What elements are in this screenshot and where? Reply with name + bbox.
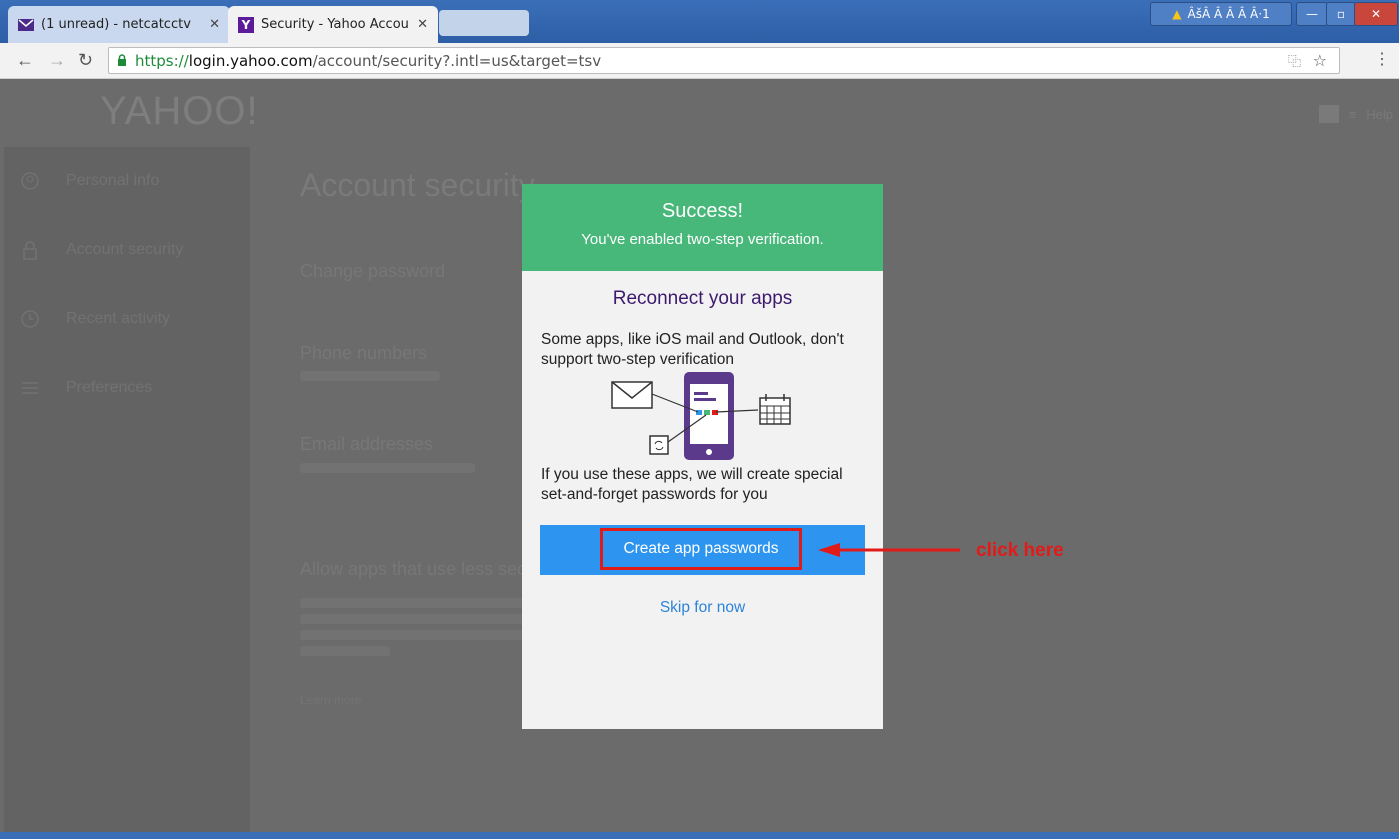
skip-for-now-link[interactable]: Skip for now xyxy=(522,599,883,617)
bookmark-star-icon[interactable]: ☆ xyxy=(1313,51,1327,70)
mail-icon xyxy=(18,17,34,33)
tab-mail[interactable]: (1 unread) - netcatcctv ✕ xyxy=(8,6,230,43)
passwords-description: If you use these apps, we will create sp… xyxy=(541,466,843,503)
phone-icon xyxy=(684,372,734,460)
success-modal: Success! You've enabled two-step verific… xyxy=(522,184,883,729)
tab-title: Security - Yahoo Accou xyxy=(261,17,409,32)
tab-title: (1 unread) - netcatcctv xyxy=(41,17,191,32)
sidebar-item-recent-activity[interactable]: Recent activity xyxy=(20,309,170,329)
header-actions: ≡ Help xyxy=(1318,105,1399,123)
apps-illustration-icon xyxy=(611,372,791,460)
sidebar: Personal info Account security Recent ac… xyxy=(4,147,250,839)
window-label: ▲ ÂšÂ Â Â Â Â·1 xyxy=(1150,2,1292,26)
person-icon xyxy=(20,171,40,191)
learn-more-link[interactable]: Learn more xyxy=(300,693,361,707)
create-app-passwords-button[interactable]: Create app passwords xyxy=(540,525,865,575)
close-tab-icon[interactable]: ✕ xyxy=(417,17,428,32)
menu-lines-icon[interactable]: ≡ xyxy=(1349,107,1357,122)
reload-icon[interactable]: ↻ xyxy=(78,50,93,70)
minimize-button[interactable]: — xyxy=(1296,2,1328,26)
window-label-text: ÂšÂ Â Â Â Â·1 xyxy=(1187,7,1270,21)
change-password-link[interactable]: Change password xyxy=(300,261,445,282)
envelope-icon xyxy=(611,381,653,409)
allow-apps-description xyxy=(300,598,530,608)
yahoo-logo: YAHOO! xyxy=(100,89,259,133)
email-address-value xyxy=(300,463,475,473)
reconnect-title: Reconnect your apps xyxy=(612,288,793,309)
close-window-button[interactable]: ✕ xyxy=(1354,2,1398,26)
browser-tab-bar: (1 unread) - netcatcctv ✕ Y Security - Y… xyxy=(0,0,1399,43)
allow-apps-description xyxy=(300,630,530,640)
close-tab-icon[interactable]: ✕ xyxy=(209,17,220,32)
sync-icon xyxy=(649,435,669,455)
sidebar-item-label: Personal info xyxy=(66,172,160,189)
sidebar-item-personal-info[interactable]: Personal info xyxy=(20,171,159,191)
sidebar-item-label: Recent activity xyxy=(66,310,171,327)
sidebar-item-account-security[interactable]: Account security xyxy=(20,240,183,260)
modal-header: Success! You've enabled two-step verific… xyxy=(522,184,883,271)
url-host: login.yahoo.com xyxy=(188,51,313,70)
annotation-arrow-icon xyxy=(818,543,960,557)
sidebar-item-label: Preferences xyxy=(66,379,153,396)
yahoo-icon: Y xyxy=(238,16,254,33)
annotation-text: click here xyxy=(976,540,1064,561)
page-title: Account security xyxy=(300,167,535,203)
new-tab-button[interactable] xyxy=(439,10,529,36)
sidebar-item-label: Account security xyxy=(66,241,184,258)
maximize-button[interactable]: ▫ xyxy=(1326,2,1356,26)
phone-numbers-heading: Phone numbers xyxy=(300,343,428,363)
help-link[interactable]: Help xyxy=(1366,107,1393,122)
address-bar[interactable]: https://login.yahoo.com/account/security… xyxy=(108,47,1340,74)
allow-apps-description xyxy=(300,646,390,656)
reconnect-description: Some apps, like iOS mail and Outlook, do… xyxy=(541,331,844,368)
phone-number-value xyxy=(300,371,440,381)
browser-toolbar: ← → ↻ https://login.yahoo.com/account/se… xyxy=(0,43,1399,79)
tab-security[interactable]: Y Security - Yahoo Accou ✕ xyxy=(228,6,438,43)
sidebar-item-preferences[interactable]: Preferences xyxy=(20,378,152,398)
lock-icon xyxy=(117,54,127,67)
translate-icon[interactable]: ⿻ xyxy=(1288,51,1301,70)
success-subtitle: You've enabled two-step verification. xyxy=(581,231,824,248)
url-scheme: https:// xyxy=(135,51,189,70)
email-addresses-heading: Email addresses xyxy=(300,434,434,454)
menu-icon[interactable]: ⋮ xyxy=(1374,50,1390,70)
profile-icon[interactable] xyxy=(1318,105,1339,123)
lock-icon xyxy=(20,240,40,260)
taskbar xyxy=(0,832,1399,839)
url-path: /account/security?.intl=us&target=tsv xyxy=(312,51,602,70)
list-icon xyxy=(20,378,40,398)
create-app-passwords-label: Create app passwords xyxy=(600,528,802,570)
clock-icon xyxy=(20,309,40,329)
back-icon[interactable]: ← xyxy=(16,50,34,70)
forward-icon[interactable]: → xyxy=(48,50,66,70)
calendar-icon xyxy=(759,394,791,425)
allow-apps-description xyxy=(300,614,530,624)
success-title: Success! xyxy=(661,200,744,222)
